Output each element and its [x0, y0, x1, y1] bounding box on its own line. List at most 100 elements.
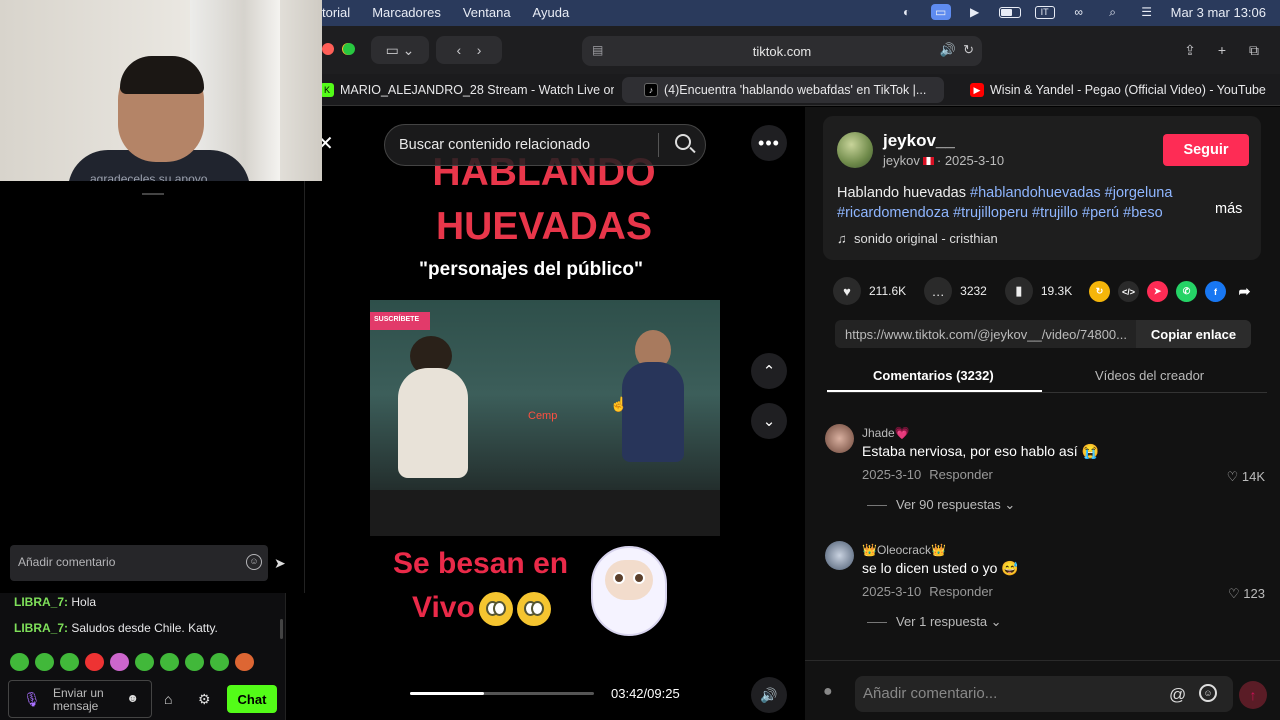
mouse-cursor-icon: ☝	[610, 396, 628, 412]
menu-help[interactable]: Ayuda	[533, 5, 570, 20]
emote-icon[interactable]	[85, 653, 104, 671]
menu-edit[interactable]: torial	[322, 5, 350, 20]
comment-button[interactable]: … 3232	[924, 277, 987, 305]
sidebar-toggle-button[interactable]: ▭ ⌄	[371, 36, 429, 64]
embed-icon[interactable]: </>	[1118, 281, 1139, 302]
search-icon[interactable]	[675, 134, 691, 150]
link-icon[interactable]: ∞	[1069, 4, 1089, 20]
comment-username[interactable]: Jhade💗	[862, 426, 910, 440]
comment-like-button[interactable]: ♡ 123	[1228, 586, 1265, 602]
emote-icon[interactable]	[110, 653, 129, 671]
send-icon[interactable]: ➤	[274, 555, 286, 572]
emoji-icon[interactable]: ☻	[126, 691, 139, 705]
input-placeholder: Añadir comentario	[18, 555, 116, 569]
stream-chat-panel: Añadir comentario ☺ ➤	[0, 181, 305, 593]
new-tab-icon[interactable]: +	[1210, 36, 1234, 64]
drag-handle[interactable]	[142, 193, 164, 195]
whatsapp-icon[interactable]: ✆	[1176, 281, 1197, 302]
tab-comments[interactable]: Comentarios (3232)	[873, 368, 994, 383]
store-icon[interactable]: ⌂	[164, 691, 172, 707]
view-replies-button[interactable]: Ver 90 respuestas ⌄	[867, 497, 1015, 513]
chat-button[interactable]: Chat	[227, 685, 277, 713]
previous-video-button[interactable]: ⌃	[751, 353, 787, 389]
comment-username[interactable]: 👑Oleocrack👑	[862, 543, 946, 557]
microphone-icon[interactable]: 🎙	[23, 691, 41, 708]
avatar[interactable]	[825, 424, 854, 453]
input-source-indicator[interactable]: IT	[1034, 5, 1055, 19]
close-window-button[interactable]	[322, 43, 334, 55]
volume-icon[interactable]: 🔊	[751, 677, 787, 713]
share-arrow-icon[interactable]: ➦	[1234, 281, 1255, 302]
chat-user[interactable]: LIBRA_7:	[14, 621, 68, 635]
play-icon[interactable]: ▶	[965, 4, 985, 20]
tab-title: MARIO_ALEJANDRO_28 Stream - Watch Live o…	[340, 83, 614, 97]
menu-window[interactable]: Ventana	[463, 5, 511, 20]
caption-line1: Se besan en	[393, 547, 569, 580]
control-center-icon[interactable]: ☰	[1137, 4, 1157, 20]
more-options-button[interactable]: •••	[751, 125, 787, 161]
tab-kick-stream[interactable]: K MARIO_ALEJANDRO_28 Stream - Watch Live…	[318, 77, 614, 103]
post-date: 2025-3-10	[944, 153, 1005, 168]
emote-icon[interactable]	[160, 653, 179, 671]
sound-link[interactable]: ♫ sonido original - cristhian	[837, 231, 998, 246]
emote-icon[interactable]	[135, 653, 154, 671]
emote-icon[interactable]	[10, 653, 29, 671]
stream-comment-input[interactable]: Añadir comentario ☺	[10, 545, 268, 581]
clock[interactable]: Mar 3 mar 13:06	[1171, 5, 1266, 20]
back-forward-buttons[interactable]: ‹ ›	[436, 36, 502, 64]
hashtags-line1[interactable]: #hablandohuevadas #jorgeluna	[970, 185, 1172, 201]
save-button[interactable]: ▮ 19.3K	[1004, 277, 1072, 305]
battery-icon[interactable]	[998, 6, 1021, 18]
emote-icon[interactable]	[235, 653, 254, 671]
chat-user[interactable]: LIBRA_7:	[14, 595, 68, 609]
tab-tiktok[interactable]: ♪ (4)Encuentra 'hablando webafdas' en Ti…	[622, 77, 944, 103]
avatar[interactable]	[837, 132, 873, 168]
post-comment-button[interactable]: ↑	[1239, 681, 1267, 709]
menu-bookmarks[interactable]: Marcadores	[372, 5, 441, 20]
url-text: tiktok.com	[752, 43, 812, 59]
share-icon[interactable]: ⇪	[1178, 36, 1202, 64]
sync-icon[interactable]: ◐	[897, 4, 917, 20]
zoom-window-button[interactable]	[343, 43, 355, 55]
view-replies-button[interactable]: Ver 1 respuesta ⌄	[867, 614, 1002, 630]
audio-playing-icon[interactable]: 🔊	[940, 42, 956, 58]
tab-youtube[interactable]: ▶ Wisin & Yandel - Pegao (Official Video…	[968, 77, 1280, 103]
hashtags-line2[interactable]: #ricardomendoza #trujilloperu #trujillo …	[837, 205, 1163, 221]
heart-icon: ♥	[833, 277, 861, 305]
more-button[interactable]: más	[1215, 201, 1242, 217]
page-menu-icon[interactable]: ▤	[592, 43, 603, 57]
webcam-caption: agradeceles su apoyo.	[90, 172, 211, 181]
follow-button[interactable]: Seguir	[1163, 134, 1249, 166]
avatar[interactable]	[825, 541, 854, 570]
tab-creator-videos[interactable]: Vídeos del creador	[1095, 368, 1204, 383]
facebook-icon[interactable]: f	[1205, 281, 1226, 302]
emote-icon[interactable]	[60, 653, 79, 671]
author-username[interactable]: jeykov__	[883, 131, 955, 151]
emoji-icon[interactable]: ☺	[1199, 684, 1217, 702]
send-icon[interactable]: ➤	[1147, 281, 1168, 302]
emote-icon[interactable]	[185, 653, 204, 671]
emote-icon[interactable]	[210, 653, 229, 671]
video-player[interactable]: ✕ HABLANDO HUEVADAS Buscar contenido rel…	[305, 107, 805, 720]
related-search-input[interactable]: Buscar contenido relacionado	[384, 124, 706, 166]
repost-icon[interactable]: ↻	[1089, 281, 1110, 302]
next-video-button[interactable]: ⌄	[751, 403, 787, 439]
reply-button[interactable]: Responder	[929, 467, 993, 482]
gear-icon[interactable]: ⚙	[198, 691, 211, 708]
search-icon[interactable]: ⌕	[1103, 4, 1123, 20]
emoji-icon[interactable]: ☺	[246, 554, 262, 570]
reload-icon[interactable]: ↻	[963, 42, 974, 58]
comment-like-button[interactable]: ♡ 14K	[1227, 469, 1265, 485]
mention-icon[interactable]: @	[1169, 685, 1186, 705]
like-button[interactable]: ♥ 211.6K	[833, 277, 906, 305]
emote-icon[interactable]	[35, 653, 54, 671]
reply-button[interactable]: Responder	[929, 584, 993, 599]
copy-link-button[interactable]: Copiar enlace	[1136, 320, 1251, 348]
chat-scrollbar[interactable]	[280, 619, 283, 639]
screen-mirroring-icon[interactable]: ▭	[930, 4, 951, 20]
tab-overview-icon[interactable]: ⧉	[1242, 36, 1266, 64]
chat-send-input[interactable]: 🎙 Enviar un mensaje ☻	[8, 680, 152, 718]
youtube-icon: ▶	[970, 83, 984, 97]
address-bar[interactable]: ▤ tiktok.com 🔊 ↻	[582, 36, 982, 66]
video-progress-bar[interactable]	[410, 692, 594, 695]
